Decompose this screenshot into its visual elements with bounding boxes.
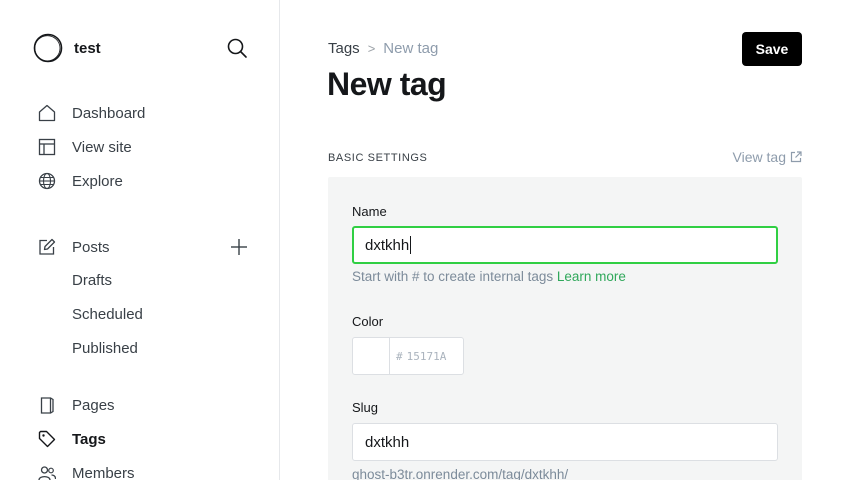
name-hint: Start with # to create internal tags Lea… [352,269,626,284]
site-brand[interactable]: test [33,33,101,63]
pages-icon [37,395,57,415]
chevron-right-icon: > [367,41,376,56]
basic-settings-panel: Name dxtkhh Start with # to create inter… [328,177,802,480]
slug-label: Slug [352,400,379,415]
nav-published[interactable]: Published [72,340,138,357]
breadcrumb-current: New tag [383,40,439,57]
color-hex-input[interactable]: # 15171A [390,338,446,374]
name-label: Name [352,204,387,219]
members-icon [37,463,57,480]
new-post-plus-icon[interactable] [229,237,249,257]
tag-icon [37,429,57,449]
color-swatch[interactable] [353,338,390,374]
slug-input-value: dxtkhh [365,433,410,451]
nav-tags-label: Tags [72,430,106,448]
main-content: Tags > New tag New tag Save BASIC SETTIN… [280,0,850,480]
nav-dashboard[interactable]: Dashboard [37,101,145,125]
sidebar: test Dashboard View site Explore Posts D… [0,0,280,480]
search-icon[interactable] [226,37,248,59]
nav-explore-label: Explore [72,172,123,190]
site-name: test [74,39,101,57]
breadcrumb-tags-link[interactable]: Tags [328,40,360,57]
nav-tags[interactable]: Tags [37,427,106,451]
slug-url-preview: ghost-b3tr.onrender.com/tag/dxtkhh/ [352,467,569,480]
save-button[interactable]: Save [742,32,802,66]
nav-scheduled[interactable]: Scheduled [72,306,143,323]
color-hash: # [396,349,403,363]
name-hint-text: Start with # to create internal tags [352,269,554,284]
section-title: BASIC SETTINGS [328,152,428,164]
slug-input[interactable]: dxtkhh [352,423,778,461]
edit-icon [37,237,57,257]
name-input[interactable]: dxtkhh [352,226,778,264]
nav-members-label: Members [72,464,135,480]
name-input-value: dxtkhh [365,236,410,254]
page-title: New tag [327,66,447,102]
text-caret [410,236,412,254]
color-hex-placeholder: 15171A [406,349,447,363]
nav-drafts[interactable]: Drafts [72,272,112,289]
nav-dashboard-label: Dashboard [72,104,146,122]
breadcrumb: Tags > New tag [328,40,438,57]
nav-explore[interactable]: Explore [37,169,123,193]
layout-icon [37,137,57,157]
view-tag-label: View tag [732,149,786,165]
nav-view-site[interactable]: View site [37,135,132,159]
nav-posts[interactable]: Posts [37,235,110,259]
nav-pages-label: Pages [72,396,115,414]
nav-pages[interactable]: Pages [37,393,115,417]
external-link-icon [790,151,802,163]
nav-view-site-label: View site [72,138,132,156]
view-tag-link[interactable]: View tag [733,149,802,165]
learn-more-link[interactable]: Learn more [557,269,626,284]
nav-members[interactable]: Members [37,461,135,480]
color-field: # 15171A [352,337,464,375]
site-logo-icon [33,33,63,63]
nav-posts-label: Posts [72,238,110,256]
color-label: Color [352,314,384,329]
globe-icon [37,171,57,191]
home-icon [37,103,57,123]
